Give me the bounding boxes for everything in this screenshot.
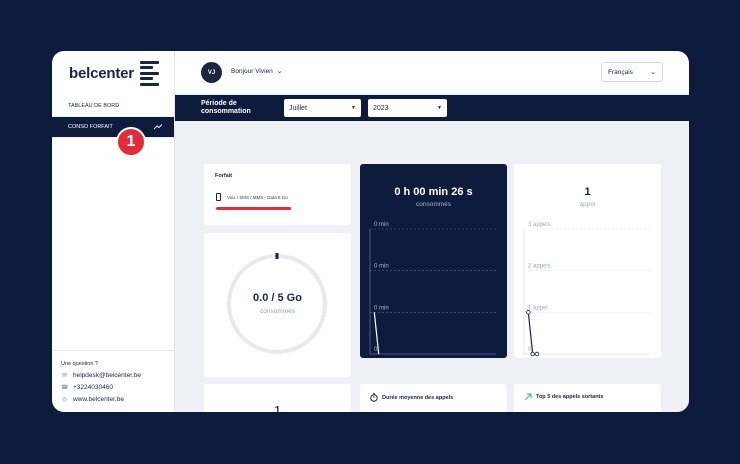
language-select[interactable]: Français ⌄ <box>601 62 663 82</box>
data-usage-card: 0.0 / 5 Go consommés <box>204 233 351 377</box>
avg-call-duration-card: Durée moyenne des appels <box>360 384 507 412</box>
globe-icon: ◎ <box>61 397 68 403</box>
email-contact[interactable]: ✉ helpdesk@belcenter.be <box>61 372 174 379</box>
user-menu[interactable]: Bonjour Vivien ⌄ <box>231 68 283 75</box>
call-count-chart: 3 appels2 appels1 appel0510152025 <box>523 222 650 357</box>
outgoing-call-icon <box>524 393 532 401</box>
y-tick-label: 3 appels <box>528 222 551 228</box>
data-usage-value: 0.0 / 5 Go <box>253 292 302 304</box>
language-value: Français <box>608 68 633 76</box>
chevron-down-icon: ⌄ <box>276 68 283 75</box>
bottom-left-card: 1 <box>204 384 351 412</box>
y-tick-label: 0 min <box>374 222 389 228</box>
help-section: Une question ? ✉ helpdesk@belcenter.be ☎… <box>52 350 174 408</box>
y-tick-label: 0 min <box>374 305 389 311</box>
website-contact[interactable]: ◎ www.belcenter.be <box>61 396 174 403</box>
forfait-underline <box>216 207 291 210</box>
year-select[interactable]: 2023 ▼ <box>368 99 447 117</box>
bottom-left-value: 1 <box>274 405 281 412</box>
sidebar-item-conso-forfait[interactable]: CONSO FORFAIT <box>52 117 174 138</box>
forfait-plan-text: Voix / SMS / MMS - Data 5 Go <box>227 194 288 200</box>
month-value: Juillet <box>289 104 307 112</box>
year-value: 2023 <box>373 104 389 112</box>
sidebar: TABLEAU DE BORD CONSO FORFAIT Une questi… <box>52 95 174 412</box>
sidebar-item-label: TABLEAU DE BORD <box>68 102 120 109</box>
logo-text: belcenter <box>69 64 134 82</box>
y-tick-label: 0 <box>528 347 532 353</box>
phone-icon: ☎ <box>61 385 69 391</box>
data-point <box>530 351 535 357</box>
logo-bars-icon <box>139 60 159 86</box>
data-gauge <box>227 253 327 354</box>
top-header: VJ Bonjour Vivien ⌄ Français ⌄ <box>175 51 689 95</box>
caret-down-icon: ▼ <box>351 105 356 111</box>
phone-link[interactable]: +3224030460 <box>73 384 113 391</box>
call-time-card: 0 h 00 min 26 s consommés 0 min 0 min 0 mi… <box>360 164 507 358</box>
period-filter-bar: Période de consommation Juillet ▼ 2023 ▼ <box>175 95 689 121</box>
month-select[interactable]: Juillet ▼ <box>284 99 361 117</box>
mail-icon: ✉ <box>61 373 68 379</box>
y-tick-label: 1 appel <box>528 305 548 311</box>
website-link[interactable]: www.belcenter.be <box>73 396 124 403</box>
y-tick-label: 0 min <box>374 264 389 270</box>
avatar[interactable]: VJ <box>201 62 222 83</box>
top-calls-card: Top 5 des appels sortants <box>514 384 661 412</box>
data-point <box>534 351 540 357</box>
app-window: belcenter VJ Bonjour Vivien ⌄ Français ⌄… <box>52 51 689 412</box>
call-time-chart: 0 min0 min0 min0510152025 <box>369 222 496 355</box>
avg-call-duration-title: Durée moyenne des appels <box>370 393 453 402</box>
period-label: Période de consommation <box>201 100 251 115</box>
data-usage-sub: consommés <box>259 308 296 315</box>
mobile-icon <box>216 193 221 201</box>
caret-down-icon: ▼ <box>437 105 442 111</box>
phone-contact[interactable]: ☎ +3224030460 <box>61 384 174 391</box>
gauge-marker <box>275 253 279 259</box>
forfait-card: Forfait Voix / SMS / MMS - Data 5 Go <box>204 164 351 225</box>
trending-up-icon <box>154 124 162 130</box>
y-tick-label: 0 <box>374 347 378 353</box>
data-point <box>526 310 531 315</box>
step-badge: 1 <box>116 127 146 157</box>
main-content: Forfait Voix / SMS / MMS - Data 5 Go 0.0… <box>175 121 689 412</box>
top-calls-title: Top 5 des appels sortants <box>524 393 603 401</box>
chevron-down-icon: ⌄ <box>650 68 656 76</box>
logo[interactable]: belcenter <box>52 51 174 95</box>
stopwatch-icon <box>370 393 378 402</box>
sidebar-item-label: CONSO FORFAIT <box>68 124 113 130</box>
call-count-card: 1 appel 3 appels2 appels1 appel051015202… <box>514 164 661 358</box>
y-tick-label: 2 appels <box>528 264 551 270</box>
forfait-plan: Voix / SMS / MMS - Data 5 Go <box>216 193 288 201</box>
help-question: Une question ? <box>61 361 98 367</box>
sidebar-item-dashboard[interactable]: TABLEAU DE BORD <box>52 95 174 117</box>
email-link[interactable]: helpdesk@belcenter.be <box>73 372 141 379</box>
forfait-title: Forfait <box>215 173 233 179</box>
greeting-text: Bonjour Vivien <box>231 68 273 75</box>
